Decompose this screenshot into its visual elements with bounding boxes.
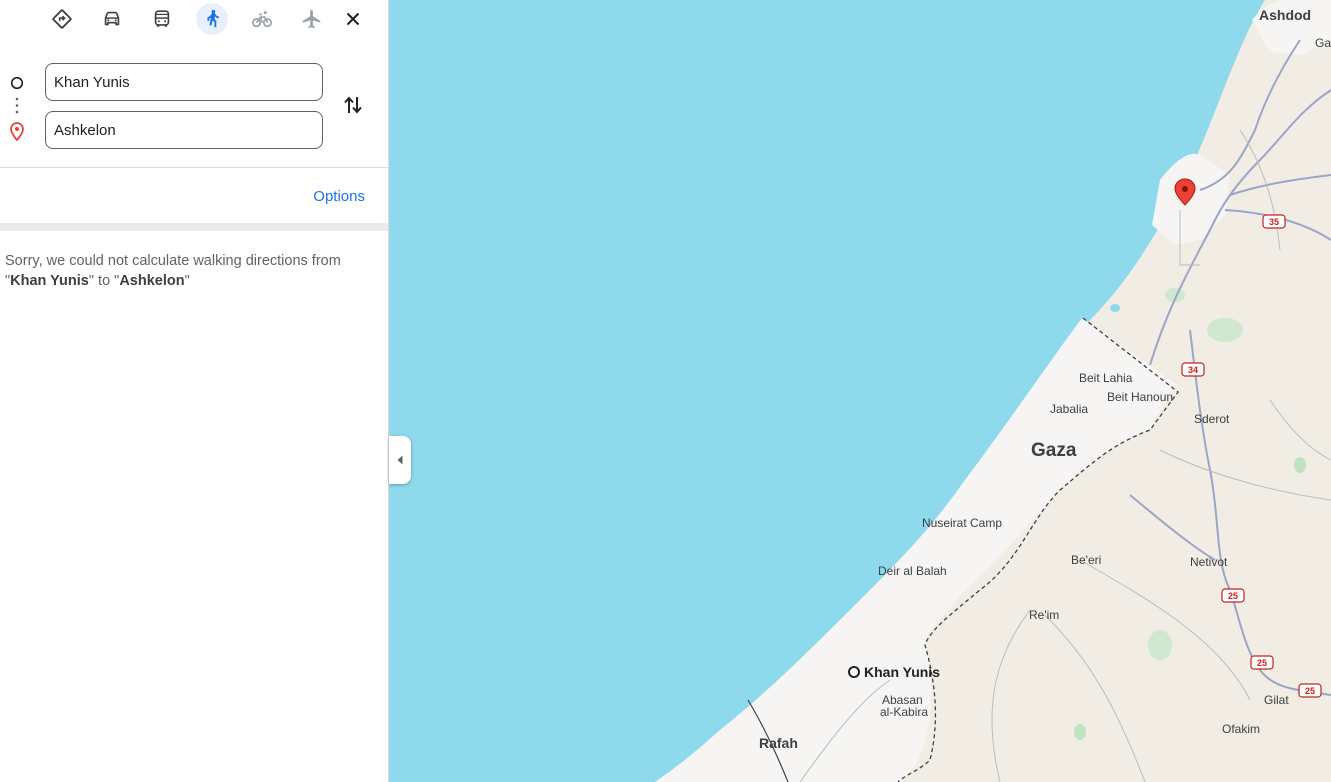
caret-left-icon (397, 455, 403, 465)
swap-icon (344, 96, 362, 114)
svg-text:25: 25 (1228, 591, 1238, 601)
park-area (1074, 724, 1086, 740)
svg-text:34: 34 (1188, 365, 1198, 375)
error-destination-name: Ashkelon (119, 273, 185, 289)
route-shield-34: 34 (1181, 362, 1205, 377)
destination-pin-icon (10, 122, 24, 141)
error-origin-name: Khan Yunis (10, 273, 89, 289)
route-shield-25: 25 (1250, 655, 1274, 670)
park-area (1148, 630, 1172, 660)
place-label-gan[interactable]: Gan (1315, 36, 1331, 50)
mode-walking-button[interactable] (196, 3, 228, 35)
place-label-beeri[interactable]: Be'eri (1071, 553, 1101, 567)
mode-transit-button[interactable] (146, 3, 178, 35)
origin-marker-label: Khan Yunis (864, 664, 940, 680)
mode-cycling-button[interactable] (246, 3, 278, 35)
options-button[interactable]: Options (313, 188, 365, 205)
place-label-nuseirat-camp[interactable]: Nuseirat Camp (922, 516, 1002, 530)
place-label-beit-hanoun[interactable]: Beit Hanoun (1107, 390, 1173, 404)
walk-icon (207, 9, 219, 28)
route-shield-25: 25 (1221, 588, 1245, 603)
svg-text:35: 35 (1269, 217, 1279, 227)
close-icon (346, 12, 360, 26)
place-label-gilat[interactable]: Gilat (1264, 693, 1289, 707)
error-text-middle: " to " (88, 273, 120, 289)
error-message: Sorry, we could not calculate walking di… (5, 251, 375, 291)
place-label-reim[interactable]: Re'im (1029, 608, 1059, 622)
bike-icon (252, 11, 272, 28)
car-icon (104, 11, 120, 26)
bus-icon (154, 10, 170, 27)
origin-input[interactable] (45, 63, 323, 101)
place-label-al-kabira[interactable]: al-Kabira (880, 705, 928, 719)
map-canvas[interactable]: 35 34 25 25 25 Ashdod Gan Beit Lahia Bei… (389, 0, 1331, 782)
airplane-icon (302, 9, 321, 29)
mode-best-button[interactable] (46, 3, 78, 35)
place-label-netivot[interactable]: Netivot (1190, 555, 1228, 569)
destination-pin-dot (1182, 186, 1188, 192)
place-label-ashdod[interactable]: Ashdod (1259, 7, 1311, 23)
mode-driving-button[interactable] (96, 3, 128, 35)
origin-circle-icon (10, 76, 24, 90)
svg-text:25: 25 (1257, 658, 1267, 668)
park-area (1294, 457, 1306, 473)
panel-divider (0, 167, 388, 168)
park-area (1207, 318, 1243, 342)
destination-input[interactable] (45, 111, 323, 149)
close-directions-button[interactable] (337, 3, 369, 35)
directions-icon (52, 9, 72, 29)
place-label-deir-al-balah[interactable]: Deir al Balah (878, 564, 947, 578)
place-label-jabalia[interactable]: Jabalia (1050, 402, 1088, 416)
collapse-panel-button[interactable] (389, 436, 411, 484)
route-shield-35: 35 (1262, 214, 1286, 229)
place-label-rafah[interactable]: Rafah (759, 735, 798, 751)
route-shield-25: 25 (1298, 683, 1322, 698)
place-label-ofakim[interactable]: Ofakim (1222, 722, 1260, 736)
error-text-suffix: " (184, 273, 190, 289)
origin-marker-icon (848, 666, 860, 678)
place-label-sderot[interactable]: Sderot (1194, 412, 1230, 426)
directions-panel: Options Sorry, we could not calculate wa… (0, 0, 389, 782)
place-label-beit-lahia[interactable]: Beit Lahia (1079, 371, 1133, 385)
swap-locations-button[interactable] (338, 90, 368, 120)
route-dots-icon (15, 97, 19, 114)
lake-area (1110, 304, 1120, 312)
place-label-gaza[interactable]: Gaza (1031, 440, 1077, 461)
section-divider (0, 223, 388, 231)
mode-flights-button[interactable] (296, 3, 328, 35)
svg-text:25: 25 (1305, 686, 1315, 696)
